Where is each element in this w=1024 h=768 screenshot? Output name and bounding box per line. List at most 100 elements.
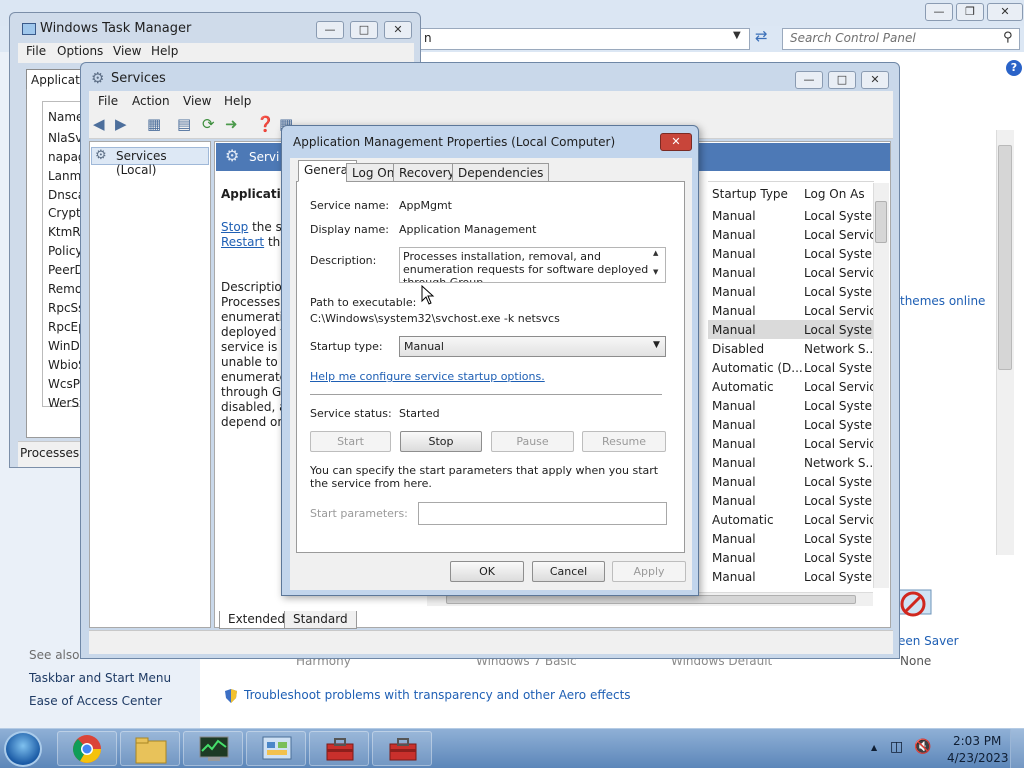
tree-item-services-local[interactable]: Services (Local) — [91, 147, 209, 177]
startup-type-cell[interactable]: Manual — [712, 456, 756, 470]
log-on-as-cell[interactable]: Local Service — [804, 304, 883, 318]
screen-saver-link[interactable]: een Saver — [898, 634, 959, 648]
startup-type-cell[interactable]: Automatic — [712, 513, 774, 527]
taskbar-toolbox-1[interactable] — [309, 731, 369, 766]
stop-link[interactable]: Stop — [221, 220, 248, 234]
maximize-button[interactable]: □ — [828, 71, 856, 89]
export-icon[interactable]: ➜ — [225, 117, 238, 132]
restart-link[interactable]: Restart — [221, 235, 264, 249]
startup-type-cell[interactable]: Manual — [712, 551, 756, 565]
log-on-as-cell[interactable]: Local Service — [804, 380, 883, 394]
menu-view[interactable]: View — [113, 44, 141, 58]
log-on-as-cell[interactable]: Local Service — [804, 266, 883, 280]
menu-help[interactable]: Help — [224, 94, 251, 108]
chevron-down-icon[interactable]: ▼ — [653, 341, 660, 350]
log-on-as-cell[interactable]: Network S... — [804, 456, 877, 470]
log-on-as-cell[interactable]: Local Syste... — [804, 399, 883, 413]
menu-help[interactable]: Help — [151, 44, 178, 58]
menu-file[interactable]: File — [26, 44, 46, 58]
close-button[interactable]: ✕ — [987, 3, 1023, 21]
startup-type-cell[interactable]: Manual — [712, 266, 756, 280]
ok-button[interactable]: OK — [450, 561, 524, 582]
log-on-as-cell[interactable]: Local Syste... — [804, 285, 883, 299]
log-on-as-cell[interactable]: Local Syste... — [804, 247, 883, 261]
startup-type-cell[interactable]: Manual — [712, 494, 756, 508]
tab-extended[interactable]: Extended — [219, 611, 294, 629]
startup-type-cell[interactable]: Manual — [712, 475, 756, 489]
help-icon[interactable]: ? — [1006, 60, 1022, 76]
maximize-button[interactable]: □ — [350, 21, 378, 39]
cancel-button[interactable]: Cancel — [532, 561, 605, 582]
taskbar-task-manager[interactable] — [183, 731, 243, 766]
start-button[interactable]: Start — [310, 431, 391, 452]
minimize-button[interactable]: — — [795, 71, 823, 89]
troubleshoot-link[interactable]: Troubleshoot problems with transparency … — [244, 688, 631, 702]
show-hidden-icons-icon[interactable]: ▲ — [871, 744, 877, 752]
startup-type-cell[interactable]: Manual — [712, 228, 756, 242]
scroll-down-icon[interactable]: ▼ — [653, 269, 658, 276]
startup-type-cell[interactable]: Manual — [712, 323, 756, 337]
vertical-scrollbar[interactable] — [873, 183, 889, 588]
startup-type-cell[interactable]: Manual — [712, 570, 756, 584]
scroll-up-icon[interactable]: ▲ — [653, 250, 658, 257]
log-on-as-cell[interactable]: Local Service — [804, 513, 883, 527]
help-configure-link[interactable]: Help me configure service startup option… — [310, 370, 545, 383]
resume-button[interactable]: Resume — [582, 431, 666, 452]
startup-type-cell[interactable]: Manual — [712, 247, 756, 261]
scrollbar-thumb[interactable] — [446, 595, 856, 604]
startup-type-cell[interactable]: Manual — [712, 209, 756, 223]
start-params-input[interactable] — [418, 502, 667, 525]
scrollbar-thumb[interactable] — [875, 201, 887, 243]
close-button[interactable]: ✕ — [861, 71, 889, 89]
screen-saver-icon[interactable] — [897, 586, 933, 622]
properties-icon[interactable]: ▤ — [177, 117, 191, 132]
column-header-startup-type[interactable]: Startup Type — [712, 187, 788, 201]
log-on-as-cell[interactable]: Local Syste... — [804, 475, 883, 489]
startup-type-cell[interactable]: Manual — [712, 437, 756, 451]
taskbar-explorer[interactable] — [120, 731, 180, 766]
tab-standard[interactable]: Standard — [284, 611, 357, 629]
log-on-as-cell[interactable]: Local Service — [804, 228, 883, 242]
forward-arrow-icon[interactable]: ▶ — [115, 117, 127, 132]
startup-type-cell[interactable]: Automatic (D... — [712, 361, 803, 375]
startup-type-select[interactable]: Manual — [399, 336, 666, 357]
log-on-as-cell[interactable]: Local Syste... — [804, 532, 883, 546]
taskbar-toolbox-2[interactable] — [372, 731, 432, 766]
clock-time[interactable]: 2:03 PM — [953, 734, 1001, 748]
close-button[interactable]: ✕ — [384, 21, 412, 39]
show-hide-tree-icon[interactable]: ▦ — [147, 117, 161, 132]
menu-view[interactable]: View — [183, 94, 211, 108]
description-field[interactable]: Processes installation, removal, and enu… — [399, 247, 666, 283]
minimize-button[interactable]: — — [316, 21, 344, 39]
column-header-log-on-as[interactable]: Log On As — [804, 187, 865, 201]
minimize-button[interactable]: — — [925, 3, 953, 21]
startup-type-cell[interactable]: Manual — [712, 532, 756, 546]
startup-type-cell[interactable]: Manual — [712, 399, 756, 413]
taskbar-start-menu-link[interactable]: Taskbar and Start Menu — [29, 671, 171, 685]
stop-button[interactable]: Stop — [400, 431, 482, 452]
taskbar-chrome[interactable] — [57, 731, 117, 766]
menu-options[interactable]: Options — [57, 44, 103, 58]
startup-type-cell[interactable]: Automatic — [712, 380, 774, 394]
search-icon[interactable]: ⚲ — [1003, 31, 1013, 44]
start-button[interactable] — [4, 731, 42, 767]
log-on-as-cell[interactable]: Local Syste... — [804, 551, 883, 565]
startup-type-cell[interactable]: Manual — [712, 285, 756, 299]
themes-online-link[interactable]: themes online — [900, 294, 985, 308]
show-desktop-button[interactable] — [1010, 729, 1024, 768]
tab-recovery[interactable]: Recovery — [393, 163, 461, 182]
scrollbar-thumb[interactable] — [998, 145, 1012, 370]
log-on-as-cell[interactable]: Local Syste... — [804, 361, 883, 375]
startup-type-cell[interactable]: Manual — [712, 418, 756, 432]
volume-muted-icon[interactable]: 🔇 — [914, 740, 931, 754]
ease-of-access-link[interactable]: Ease of Access Center — [29, 694, 162, 708]
tab-dependencies[interactable]: Dependencies — [452, 163, 550, 182]
apply-button[interactable]: Apply — [612, 561, 686, 582]
pause-button[interactable]: Pause — [491, 431, 574, 452]
chevron-down-icon[interactable]: ▼ — [733, 31, 741, 41]
log-on-as-cell[interactable]: Local Syste... — [804, 494, 883, 508]
menu-action[interactable]: Action — [132, 94, 170, 108]
maximize-button[interactable]: ❐ — [956, 3, 984, 21]
menu-file[interactable]: File — [98, 94, 118, 108]
log-on-as-cell[interactable]: Local Syste... — [804, 209, 883, 223]
